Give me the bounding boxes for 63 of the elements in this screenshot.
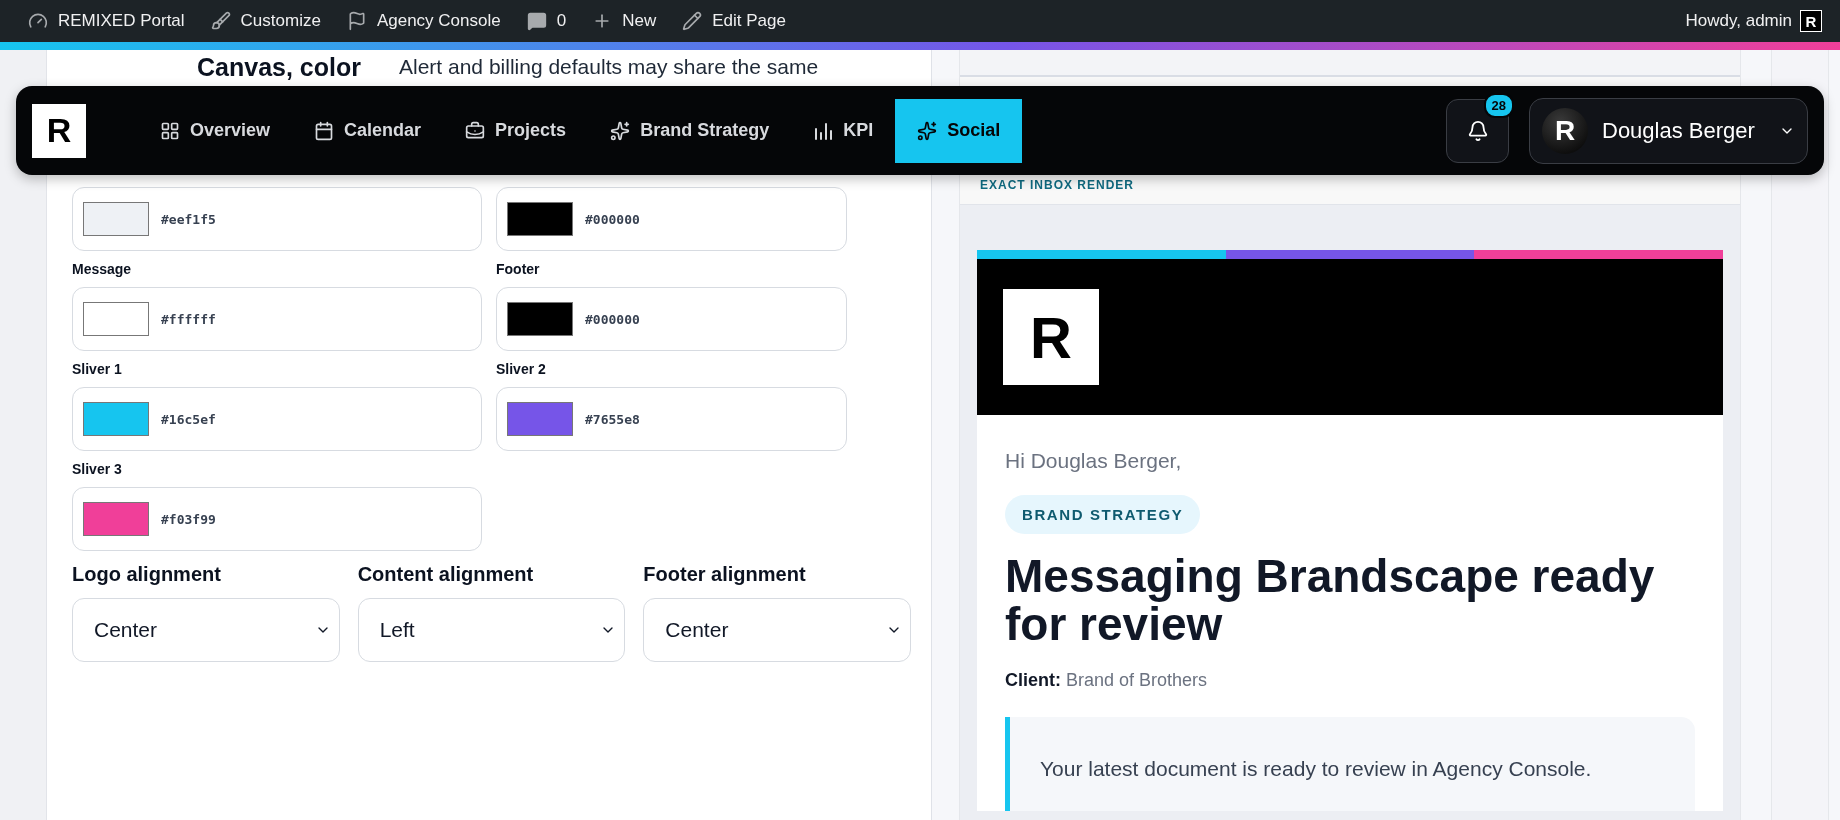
nav-tab[interactable]: Calendar [292, 98, 444, 163]
admin-bar-link[interactable]: Edit Page [682, 11, 786, 31]
admin-bar-link[interactable]: 0 [526, 11, 567, 31]
greeting-text: Hi Douglas Berger, [1005, 449, 1182, 473]
color-swatch[interactable] [83, 402, 149, 436]
section-heading: Canvas, color [197, 52, 362, 81]
nav-logo[interactable]: R [32, 103, 86, 158]
client-line: Client: Brand of Brothers [1005, 670, 1208, 691]
section-description: Alert and billing defaults may share the same [399, 54, 819, 80]
color-swatch[interactable] [83, 202, 149, 236]
color-field[interactable]: #ffffff [72, 287, 482, 351]
alignment-select[interactable]: Center [643, 598, 911, 662]
color-swatch[interactable] [83, 502, 149, 536]
field-label: Sliver 1 [72, 361, 123, 377]
color-swatch[interactable] [83, 302, 149, 336]
gauge-icon [28, 11, 48, 31]
comment-icon [526, 11, 547, 31]
briefcase-icon [465, 120, 486, 141]
admin-bar-link[interactable]: New [592, 11, 657, 31]
field-label: Footer [496, 261, 541, 277]
color-field[interactable]: #f03f99 [72, 487, 482, 551]
color-field[interactable]: #7655e8 [496, 387, 847, 451]
field-label: Content alignment [357, 563, 535, 586]
color-field[interactable]: #000000 [496, 287, 847, 351]
brush-icon [210, 11, 231, 31]
nav-tab[interactable]: Overview [138, 98, 293, 163]
message-text: Your latest document is ready to review in Agency Console. [1040, 757, 1593, 781]
bell-icon [1466, 119, 1489, 142]
user-menu-button[interactable]: R Douglas Berger [1529, 97, 1808, 164]
admin-bar-link[interactable]: REMIXED Portal [28, 11, 185, 31]
admin-bar-link[interactable]: Agency Console [346, 11, 501, 31]
sparkle-icon [610, 120, 631, 141]
alignment-select[interactable]: Left [357, 598, 626, 662]
color-swatch[interactable] [507, 202, 573, 236]
color-field[interactable]: #eef1f5 [72, 187, 482, 251]
bar-chart-icon [813, 120, 834, 141]
category-badge: BRAND STRATEGY [1005, 495, 1201, 534]
admin-bar-link[interactable]: Customize [210, 11, 321, 31]
pencil-icon [682, 11, 703, 31]
nav-tab[interactable]: Brand Strategy [588, 98, 792, 163]
field-label: Sliver 3 [72, 461, 123, 477]
avatar[interactable]: R [1800, 10, 1822, 32]
nav-tab[interactable]: Projects [443, 98, 589, 163]
nav-tab[interactable]: KPI [791, 98, 896, 163]
field-label: Logo alignment [72, 563, 222, 586]
color-field[interactable]: #000000 [496, 187, 847, 251]
grid-icon [160, 120, 180, 141]
email-logo: R [1003, 289, 1099, 385]
greeting-text[interactable]: Howdy, admin [1685, 11, 1792, 31]
nav-tab[interactable]: Social [895, 98, 1023, 163]
color-swatch[interactable] [507, 402, 573, 436]
calendar-icon [314, 120, 335, 141]
user-avatar: R [1542, 107, 1588, 154]
color-field[interactable]: #16c5ef [72, 387, 482, 451]
field-label: Sliver 2 [496, 361, 547, 377]
notification-count: 28 [1483, 92, 1514, 118]
field-label: Message [72, 261, 133, 277]
email-title: Messaging Brandscape ready for review [1005, 552, 1656, 648]
field-label: Footer alignment [643, 563, 807, 586]
sparkle-icon [917, 120, 938, 141]
preview-label: EXACT INBOX RENDER [980, 178, 1134, 192]
color-swatch[interactable] [507, 302, 573, 336]
alignment-select[interactable]: Center [72, 598, 340, 662]
